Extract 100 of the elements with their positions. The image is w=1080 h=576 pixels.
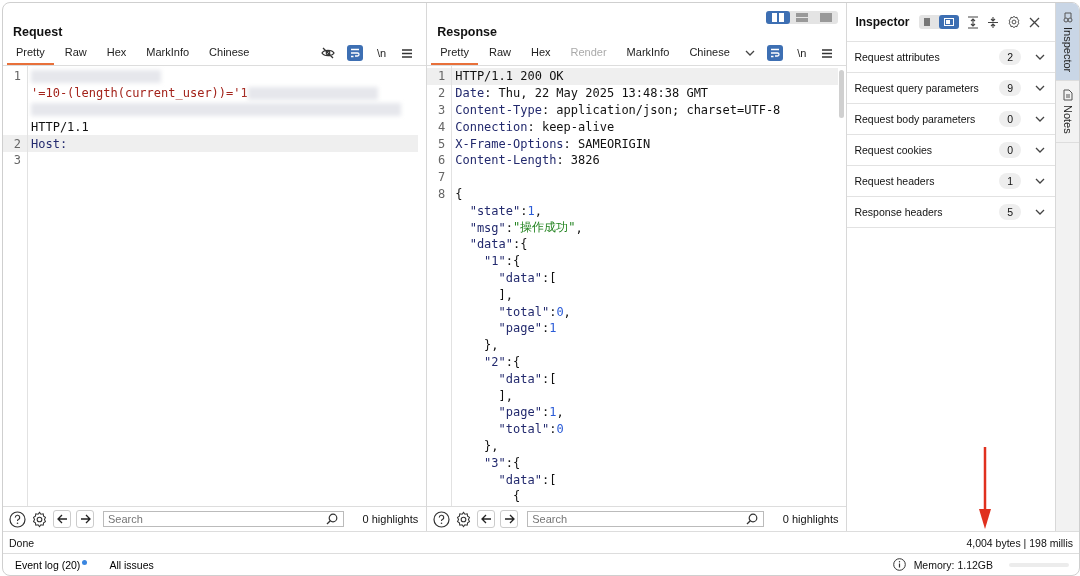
inspector-section[interactable]: Request attributes 2 <box>847 42 1056 73</box>
back-button[interactable] <box>53 510 71 528</box>
code-text: }, <box>483 338 499 353</box>
layout-toggle[interactable] <box>766 11 839 24</box>
chevron-down-icon[interactable] <box>1035 116 1046 122</box>
arrow-left-icon[interactable] <box>56 514 68 524</box>
inspector-section[interactable]: Request headers 1 <box>847 166 1056 197</box>
chevron-down-icon[interactable] <box>744 50 755 56</box>
inspector-icon[interactable] <box>1062 11 1073 23</box>
chevron-down-icon[interactable] <box>1035 85 1046 91</box>
chevron-down-icon[interactable] <box>1035 178 1046 184</box>
editor-tab[interactable]: Chinese <box>680 41 739 65</box>
arrow-left-icon[interactable] <box>480 514 492 524</box>
count-badge: 9 <box>999 80 1022 96</box>
code-text: "total" <box>497 304 550 319</box>
panel-view-icon[interactable] <box>944 18 955 26</box>
chevron-down-icon[interactable] <box>1035 147 1046 153</box>
line-number: 3 <box>13 153 21 168</box>
arrow-right-icon[interactable] <box>503 514 515 524</box>
search-field[interactable]: Search <box>527 511 764 527</box>
code-text: : keep-alive <box>527 119 615 134</box>
code-editor[interactable] <box>427 66 847 506</box>
code-text: Date <box>455 86 485 101</box>
all-issues-tab[interactable]: All issues <box>107 558 156 571</box>
code-text: "1" <box>483 254 506 269</box>
settings-icon[interactable] <box>31 510 48 528</box>
code-text: '=10-(length(current_user))='1 <box>31 86 248 101</box>
editor-tab[interactable]: Chinese <box>200 41 259 65</box>
code-text: : Thu, 22 May 2025 13:48:38 GMT <box>484 86 709 101</box>
eye-slash-icon[interactable] <box>321 47 336 59</box>
settings-icon[interactable] <box>455 510 473 528</box>
back-button[interactable] <box>477 510 496 528</box>
editor-tab[interactable]: Raw <box>55 41 96 65</box>
highlight-count: 0 highlights <box>361 513 420 525</box>
line-number: 4 <box>438 119 446 134</box>
word-wrap-button[interactable] <box>347 45 364 61</box>
scrollbar-thumb[interactable] <box>839 70 845 118</box>
forward-button[interactable] <box>76 510 94 528</box>
section-label: Request headers <box>854 175 936 187</box>
menu-icon[interactable] <box>822 48 833 58</box>
event-log-tab[interactable]: Event log (20) <box>13 558 83 571</box>
code-text: : <box>505 220 514 235</box>
code-text: "data" <box>497 472 542 487</box>
editor-tab[interactable]: Pretty <box>7 41 54 65</box>
help-icon[interactable] <box>433 510 451 528</box>
editor-tab[interactable]: MarkInfo <box>617 41 679 65</box>
code-text: :{ <box>505 455 521 470</box>
code-text: , <box>575 220 583 235</box>
code-text: Content-Type <box>455 103 542 117</box>
view-option[interactable] <box>939 15 960 29</box>
inspector-section[interactable]: Request body parameters 0 <box>847 104 1056 135</box>
code-editor[interactable]: 1 '=10-(length(current_user))='1 HTTP/1.1 2 Host: 3 <box>3 66 427 506</box>
inspector-section[interactable]: Request cookies 0 <box>847 135 1056 166</box>
info-icon <box>892 558 906 571</box>
code-text: { <box>455 186 463 201</box>
memory-usage: Memory: 1.12GB <box>913 558 993 571</box>
section-label: Request query parameters <box>854 82 980 94</box>
collapse-all-icon[interactable] <box>987 15 1000 29</box>
section-label: Response headers <box>854 206 944 218</box>
help-icon[interactable] <box>9 510 26 528</box>
editor-tab[interactable]: Hex <box>97 41 136 65</box>
code-text: , <box>534 203 542 218</box>
expand-all-icon[interactable] <box>967 15 980 29</box>
close-icon[interactable] <box>1029 16 1041 28</box>
code-text: "total" <box>497 422 550 437</box>
document-icon[interactable] <box>1062 89 1073 102</box>
arrow-right-icon[interactable] <box>79 514 91 524</box>
line-number: 7 <box>438 170 446 185</box>
code-text: , <box>556 405 564 420</box>
newline-toggle[interactable]: \n <box>789 47 815 59</box>
side-tab[interactable]: Inspector <box>1056 3 1079 82</box>
search-icon[interactable] <box>745 513 758 525</box>
line-number: 1 <box>438 69 446 84</box>
code-text: : <box>541 321 550 336</box>
search-icon[interactable] <box>325 513 338 525</box>
line-number: 1 <box>13 69 21 84</box>
code-text: :[ <box>541 472 557 487</box>
chevron-down-icon[interactable] <box>1035 54 1046 60</box>
settings-icon[interactable] <box>1007 15 1022 29</box>
search-field[interactable]: Search <box>103 511 344 527</box>
code-text: "data" <box>468 237 513 252</box>
code-text: }, <box>483 438 499 453</box>
word-wrap-button[interactable] <box>767 45 784 61</box>
menu-icon[interactable] <box>402 48 413 58</box>
line-number: 5 <box>438 136 446 151</box>
editor-tab[interactable]: Hex <box>521 41 560 65</box>
code-text: "state" <box>468 203 521 218</box>
columns-icon[interactable] <box>772 13 785 22</box>
chevron-down-icon[interactable] <box>1035 209 1046 215</box>
editor-tab[interactable]: Raw <box>479 41 520 65</box>
layout-option[interactable] <box>766 11 791 24</box>
newline-toggle[interactable]: \n <box>369 47 395 59</box>
code-text: 1 <box>549 321 557 336</box>
editor-tab[interactable]: Pretty <box>431 41 478 65</box>
code-text: "3" <box>483 455 506 470</box>
inspector-section[interactable]: Request query parameters 9 <box>847 73 1056 104</box>
forward-button[interactable] <box>500 510 519 528</box>
inspector-section[interactable]: Response headers 5 <box>847 197 1056 228</box>
editor-tab[interactable]: MarkInfo <box>137 41 199 65</box>
side-tab[interactable]: Notes <box>1056 81 1079 143</box>
